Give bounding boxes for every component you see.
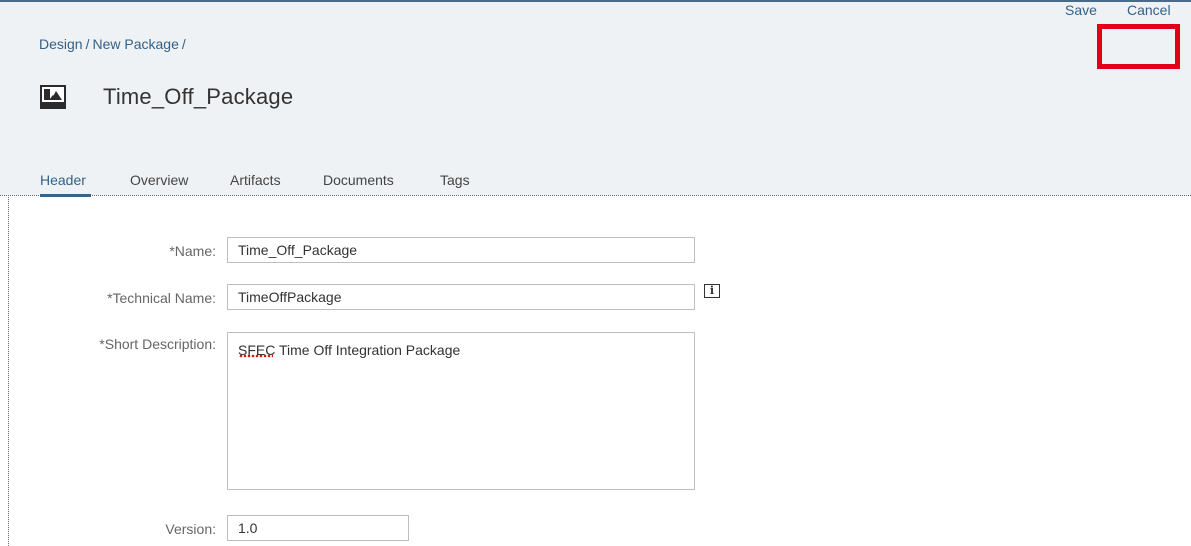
page-header: Design / New Package / Time_Off_Package Sav…: [0, 0, 1191, 197]
breadcrumb: Design / New Package /: [39, 36, 189, 52]
short-description-field[interactable]: SFEC Time Off Integration Package: [227, 332, 695, 490]
technical-name-field[interactable]: [227, 284, 695, 310]
info-icon[interactable]: i: [704, 284, 720, 298]
technical-name-label: *Technical Name:: [107, 290, 216, 306]
cancel-highlight-box: [1097, 24, 1180, 69]
tab-documents[interactable]: Documents: [323, 172, 394, 188]
content-left-rule: [8, 195, 9, 546]
spellcheck-underline: [239, 354, 273, 358]
short-description-label: *Short Description:: [99, 336, 216, 352]
tab-overview[interactable]: Overview: [130, 172, 188, 188]
tab-artifacts[interactable]: Artifacts: [230, 172, 281, 188]
page-title: Time_Off_Package: [103, 84, 294, 109]
header-divider: [0, 195, 1191, 196]
save-button[interactable]: Save: [1065, 2, 1097, 18]
breadcrumb-separator: /: [181, 36, 186, 52]
tab-bar: Header Overview Artifacts Documents Tags: [0, 162, 1191, 197]
breadcrumb-design[interactable]: Design: [39, 36, 83, 52]
breadcrumb-separator: /: [85, 36, 90, 52]
name-field[interactable]: [227, 237, 695, 263]
breadcrumb-new-package[interactable]: New Package: [92, 36, 178, 52]
version-label: Version:: [165, 521, 216, 537]
version-field[interactable]: [227, 515, 409, 541]
cancel-button[interactable]: Cancel: [1127, 2, 1171, 18]
package-image-icon: [40, 85, 66, 109]
tab-header[interactable]: Header: [40, 172, 86, 188]
name-label: *Name:: [169, 243, 216, 259]
tab-tags[interactable]: Tags: [440, 172, 470, 188]
